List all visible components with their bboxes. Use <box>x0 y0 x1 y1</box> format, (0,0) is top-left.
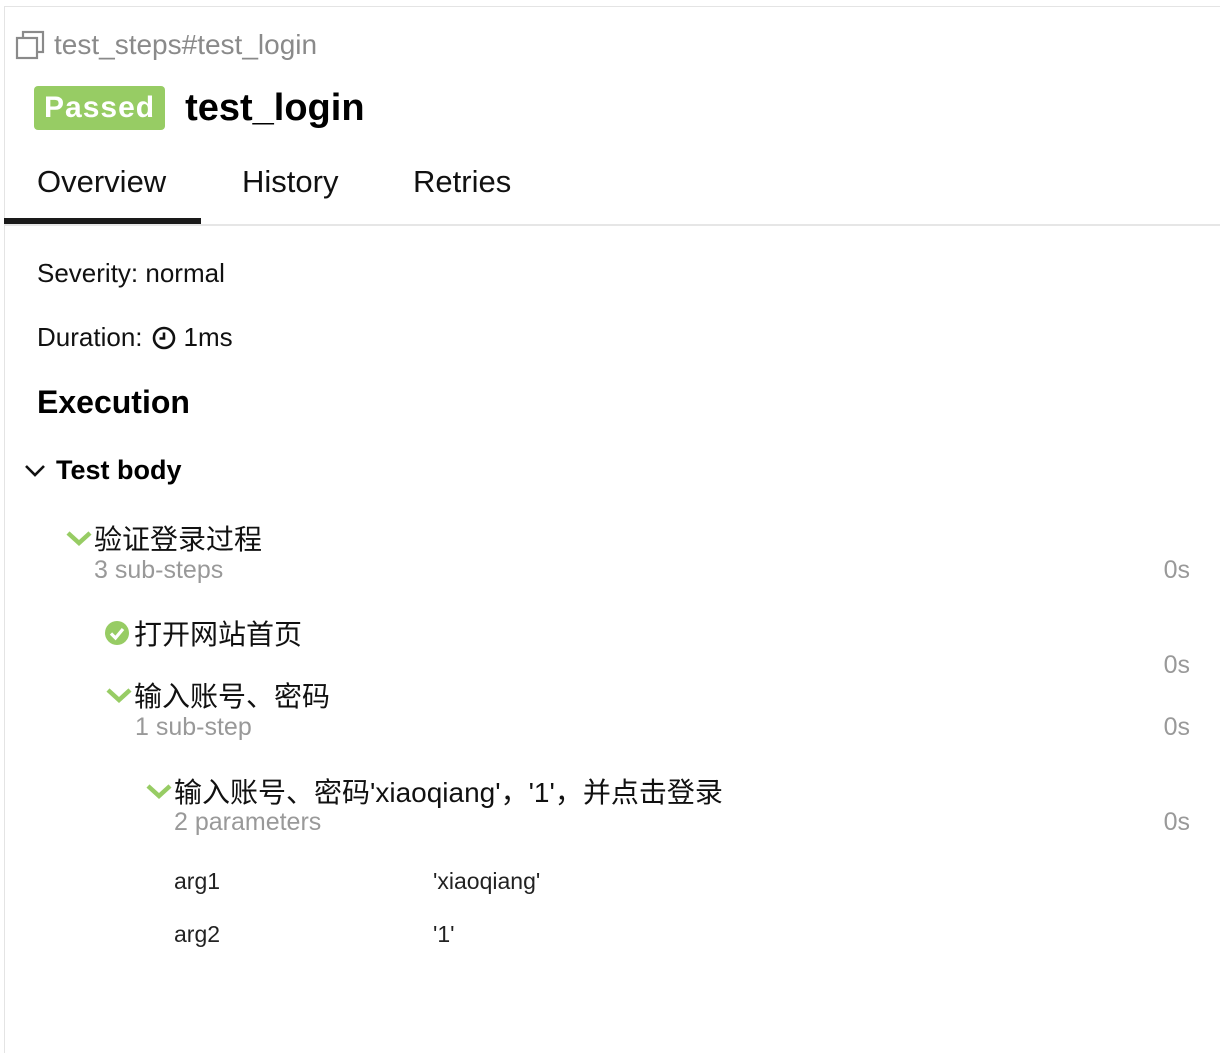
test-uid: test_steps#test_login <box>54 29 318 60</box>
execution-heading: Execution <box>37 384 190 420</box>
severity-line: Severity: normal <box>37 258 225 289</box>
parameter-value: '1' <box>433 921 455 947</box>
parameter-name: arg1 <box>174 868 221 894</box>
step-title: 打开网站首页 <box>134 619 303 650</box>
test-title: test_login <box>185 86 365 129</box>
test-title-row: Passed test_login <box>34 84 365 132</box>
duration-label: Duration: <box>37 322 143 352</box>
green-chevron-down-icon <box>106 688 132 704</box>
step-enter-credentials-and-login[interactable]: 输入账号、密码'xiaoqiang'，'1'，并点击登录 <box>146 771 723 811</box>
active-tab-indicator <box>4 218 201 224</box>
step-parameter-count: 2 parameters <box>174 808 322 836</box>
tab-bar: Overview History Retries <box>4 150 1220 226</box>
step-validate-login[interactable]: 验证登录过程 <box>66 518 262 558</box>
step-duration: 0s <box>1163 713 1190 741</box>
step-duration: 0s <box>1163 808 1190 836</box>
tab-overview[interactable]: Overview <box>37 164 166 200</box>
duration-value: 1ms <box>183 322 233 352</box>
clock-icon <box>152 326 175 349</box>
duration-line: Duration: 1ms <box>37 322 233 353</box>
step-enter-credentials[interactable]: 输入账号、密码 <box>106 675 330 715</box>
step-substep-count: 1 sub-step <box>135 713 252 741</box>
status-badge: Passed <box>34 86 166 130</box>
step-title: 验证登录过程 <box>94 524 263 555</box>
parameter-name: arg2 <box>174 921 221 947</box>
step-duration: 0s <box>1163 556 1190 584</box>
step-substep-count: 3 sub-steps <box>94 556 224 584</box>
step-duration: 0s <box>1163 651 1190 679</box>
check-circle-icon <box>105 621 129 645</box>
chevron-down-icon <box>25 464 45 477</box>
parameter-value: 'xiaoqiang' <box>433 868 541 894</box>
test-body-toggle[interactable]: Test body <box>24 455 182 486</box>
green-chevron-down-icon <box>66 531 92 547</box>
step-title: 输入账号、密码 <box>134 681 331 712</box>
step-title: 输入账号、密码'xiaoqiang'，'1'，并点击登录 <box>174 777 723 808</box>
tab-retries[interactable]: Retries <box>413 164 511 200</box>
severity-text: Severity: normal <box>37 258 225 288</box>
green-chevron-down-icon <box>146 784 172 800</box>
tab-history[interactable]: History <box>242 164 338 200</box>
step-open-homepage[interactable]: 打开网站首页 <box>104 613 302 653</box>
test-body-label: Test body <box>56 455 182 485</box>
test-uid-row[interactable]: test_steps#test_login <box>14 28 317 62</box>
copy-icon[interactable] <box>14 29 46 61</box>
